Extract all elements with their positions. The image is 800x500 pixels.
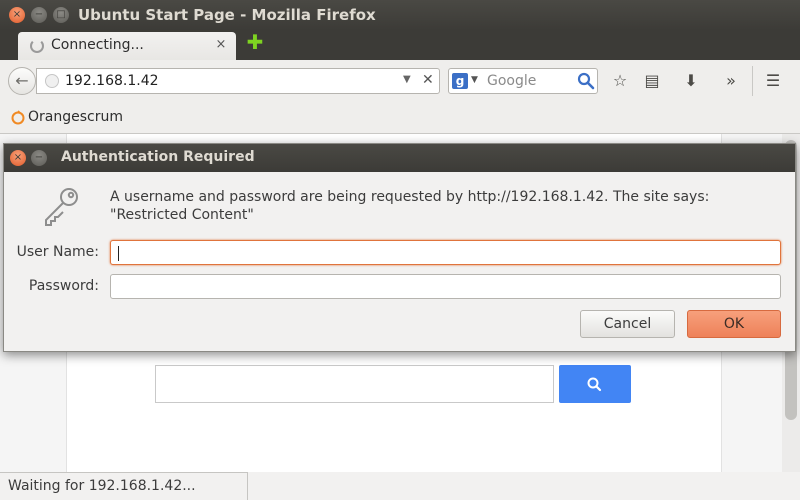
- password-label: Password:: [28, 278, 99, 294]
- overflow-chevron-icon[interactable]: »: [720, 70, 742, 92]
- bookmark-star-icon[interactable]: ☆: [609, 70, 631, 92]
- dialog-titlebar: × − Authentication Required: [4, 144, 795, 172]
- ok-button[interactable]: OK: [687, 310, 781, 338]
- cancel-button[interactable]: Cancel: [580, 310, 675, 338]
- orangescrum-favicon-icon: [11, 110, 25, 125]
- google-engine-icon[interactable]: g: [452, 73, 468, 89]
- url-dropdown-icon[interactable]: ▼: [403, 74, 411, 85]
- window-title: Ubuntu Start Page - Mozilla Firefox: [78, 6, 376, 24]
- tab-connecting[interactable]: Connecting... ×: [18, 32, 236, 60]
- page-search-input[interactable]: [155, 365, 554, 403]
- loading-spinner-icon: [30, 39, 44, 53]
- password-input[interactable]: [110, 274, 781, 299]
- search-placeholder[interactable]: Google: [487, 73, 536, 89]
- url-text[interactable]: 192.168.1.42: [65, 73, 159, 89]
- globe-icon: [45, 74, 59, 88]
- window-minimize-button[interactable]: −: [31, 7, 47, 23]
- text-caret: [118, 246, 119, 261]
- search-engine-dropdown-icon[interactable]: ▼: [471, 75, 478, 85]
- page-search-button[interactable]: [559, 365, 631, 403]
- key-icon: [45, 188, 78, 226]
- window-titlebar: × − □ Ubuntu Start Page - Mozilla Firefo…: [0, 0, 800, 30]
- window-close-button[interactable]: ×: [9, 7, 25, 23]
- authentication-dialog: × − Authentication Required A username a…: [3, 143, 796, 352]
- page-search-icon: [587, 377, 602, 392]
- url-bar[interactable]: 192.168.1.42 ▼ ✕: [36, 68, 440, 94]
- status-text: Waiting for 192.168.1.42...: [8, 478, 196, 494]
- dialog-message: A username and password are being reques…: [110, 189, 710, 223]
- dialog-close-button[interactable]: ×: [10, 150, 26, 166]
- search-bar[interactable]: g ▼ Google: [448, 68, 598, 94]
- status-bar: Waiting for 192.168.1.42...: [0, 472, 248, 500]
- tab-label: Connecting...: [51, 37, 144, 53]
- dialog-minimize-button[interactable]: −: [31, 150, 47, 166]
- username-label: User Name:: [16, 244, 99, 260]
- downloads-icon[interactable]: ⬇: [680, 70, 702, 92]
- search-icon[interactable]: [577, 72, 595, 90]
- back-button[interactable]: ←: [8, 67, 36, 95]
- tab-strip: Connecting... ×: [0, 30, 800, 60]
- url-clear-icon[interactable]: ✕: [422, 72, 434, 88]
- reading-list-icon[interactable]: ▤: [641, 70, 663, 92]
- tab-close-icon[interactable]: ×: [214, 38, 228, 52]
- dialog-title: Authentication Required: [61, 149, 255, 165]
- toolbar-separator: [752, 66, 753, 96]
- menu-icon[interactable]: ☰: [762, 70, 784, 92]
- username-input[interactable]: [110, 240, 781, 265]
- new-tab-button[interactable]: ✚: [246, 32, 264, 52]
- window-maximize-button[interactable]: □: [53, 7, 69, 23]
- bookmark-orangescrum[interactable]: Orangescrum: [28, 109, 123, 125]
